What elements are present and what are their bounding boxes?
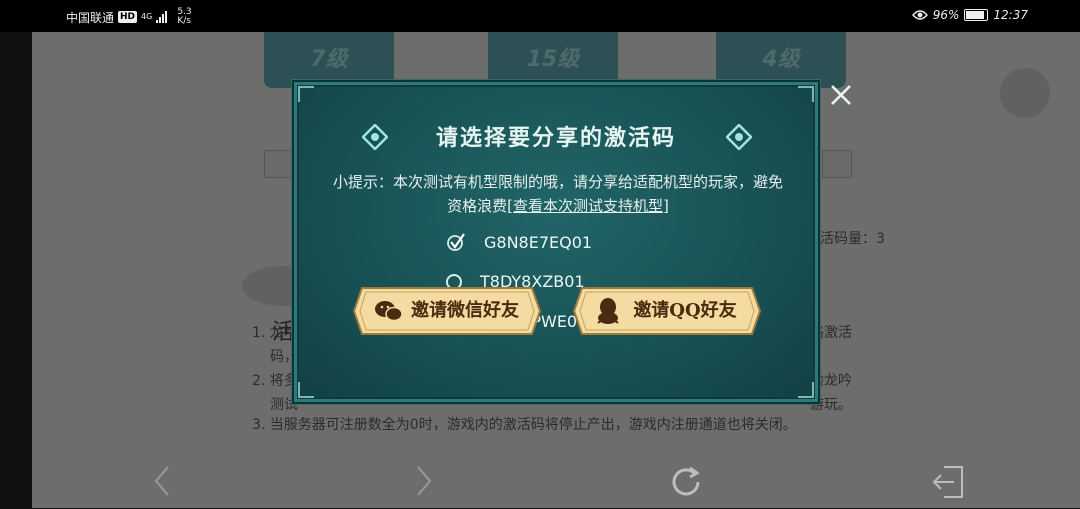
- qq-button-label: 邀请QQ好友: [633, 300, 737, 321]
- hd-badge: HD: [118, 11, 138, 23]
- frame-corner: [798, 382, 814, 398]
- rule-text: 2. 将多: [252, 373, 298, 389]
- forward-icon[interactable]: [414, 464, 434, 507]
- network-speed: 5.3 K/s: [177, 8, 191, 26]
- exit-icon[interactable]: [930, 464, 966, 509]
- wechat-button-label: 邀请微信好友: [411, 300, 519, 321]
- frame-corner: [298, 86, 314, 102]
- ornament-icon: [726, 124, 752, 150]
- refresh-icon[interactable]: [668, 464, 704, 509]
- tip-line: 资格浪费[查看本次测试支持机型]: [322, 194, 794, 218]
- clock: 12:37: [993, 8, 1028, 22]
- close-icon[interactable]: [826, 80, 856, 110]
- speed-unit: K/s: [177, 16, 191, 26]
- code-option[interactable]: G8N8E7EQ01: [446, 232, 592, 252]
- invite-qq-button[interactable]: 邀请QQ好友: [572, 286, 762, 336]
- carrier-name: 中国联通: [66, 10, 115, 25]
- frame-corner: [298, 382, 314, 398]
- supported-models-link[interactable]: 查看本次测试支持机型: [513, 197, 663, 215]
- status-bar: 中国联通 HD 4G 5.3 K/s 96% 12:37: [0, 0, 1080, 32]
- eye-icon: [911, 10, 928, 20]
- frame-corner: [798, 86, 814, 102]
- activation-count: 活码量：3: [820, 231, 885, 247]
- status-right: 96% 12:37: [911, 8, 1028, 22]
- invite-wechat-button[interactable]: 邀请微信好友: [352, 286, 542, 336]
- tip-line: 小提示：本次测试有机型限制的哦，请分享给适配机型的玩家，避免: [332, 173, 783, 191]
- checkmark-icon: [447, 233, 465, 251]
- back-icon[interactable]: [152, 464, 172, 507]
- signal-icon: [156, 11, 168, 23]
- code-value: G8N8E7EQ01: [484, 232, 593, 252]
- rule-text: 1. 龙吟: [252, 325, 298, 341]
- ink-blot: [1000, 68, 1050, 118]
- tip-bracket: ]: [663, 197, 669, 215]
- rule-text: 3. 当服务器可注册数全为0时，游戏内的激活码将停止产出，游戏内注册通道也将关闭…: [252, 417, 797, 433]
- battery-icon: [964, 9, 989, 21]
- ribbon: [822, 150, 852, 178]
- share-code-dialog: 请选择要分享的激活码 小提示：本次测试有机型限制的哦，请分享给适配机型的玩家，避…: [292, 80, 820, 404]
- tip-text: 小提示：本次测试有机型限制的哦，请分享给适配机型的玩家，避免 资格浪费[查看本次…: [322, 170, 794, 218]
- tip-line-prefix: 资格浪费: [447, 197, 508, 215]
- network-type: 4G: [141, 12, 153, 21]
- status-left: 中国联通 HD 4G 5.3 K/s: [66, 8, 192, 26]
- battery-percent: 96%: [932, 8, 960, 22]
- browser-navbar: [0, 456, 1080, 508]
